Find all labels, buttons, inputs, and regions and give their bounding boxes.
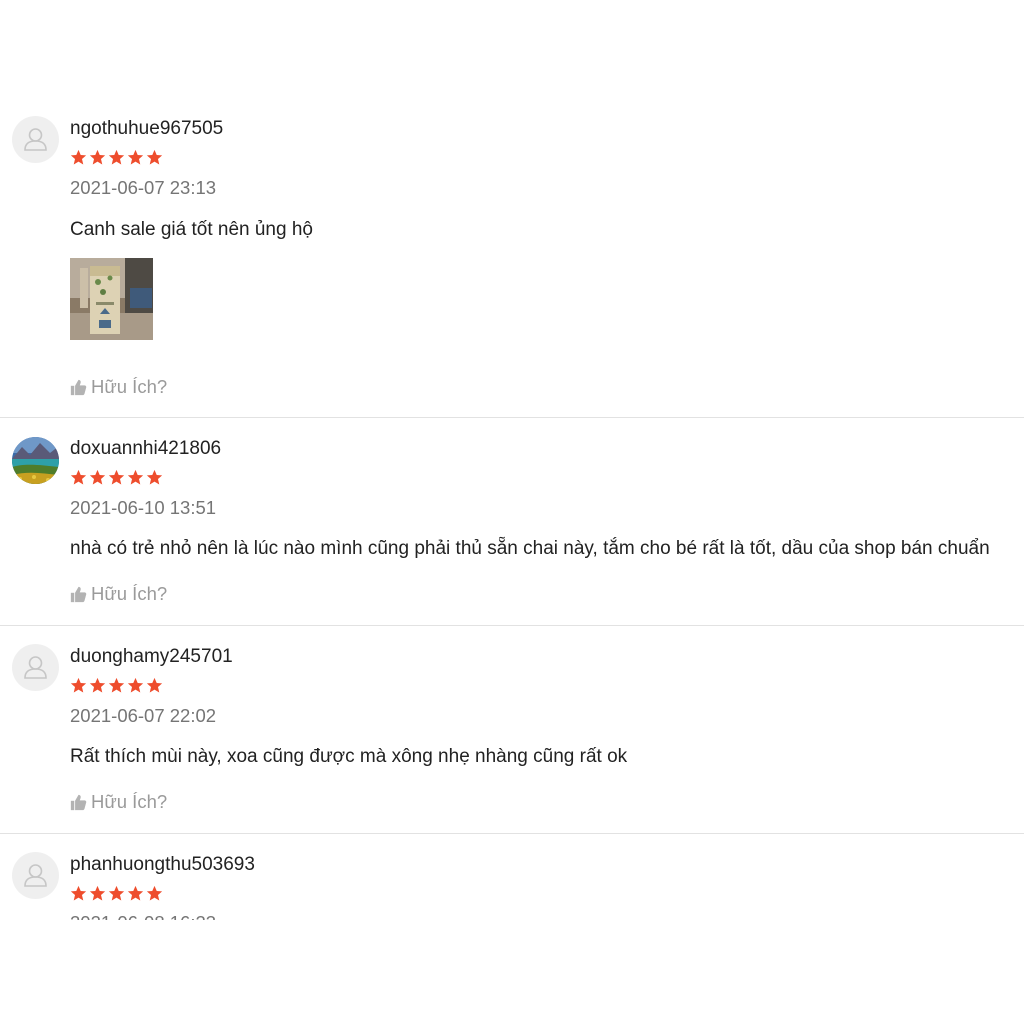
star-icon: [127, 469, 144, 485]
star-icon: [108, 149, 125, 165]
rating-stars: [70, 469, 163, 487]
product-reviews-list: ngothuhue967505 2021-06-07 23:13 Canh sa…: [0, 0, 1024, 1024]
rating-stars: [70, 149, 163, 167]
star-icon: [70, 885, 87, 901]
reviews-viewport: ngothuhue967505 2021-06-07 23:13 Canh sa…: [0, 0, 1024, 920]
helpful-button[interactable]: Hữu Ích?: [70, 376, 167, 398]
star-icon: [127, 149, 144, 165]
star-icon: [146, 149, 163, 165]
default-user-icon: [24, 656, 47, 679]
star-icon: [70, 469, 87, 485]
star-icon: [70, 677, 87, 693]
star-icon: [108, 469, 125, 485]
star-icon: [146, 885, 163, 901]
avatar[interactable]: [12, 852, 59, 899]
review-username[interactable]: duonghamy245701: [70, 646, 233, 668]
avatar[interactable]: [12, 437, 59, 484]
review-comment: Rất thích mùi này, xoa cũng được mà xông…: [70, 746, 628, 767]
star-icon: [108, 677, 125, 693]
star-icon: [89, 677, 106, 693]
avatar[interactable]: [12, 644, 59, 691]
star-icon: [127, 885, 144, 901]
star-icon: [89, 469, 106, 485]
star-icon: [70, 149, 87, 165]
review-divider: [0, 625, 1024, 626]
review-date: 2021-06-07 23:13: [70, 177, 217, 198]
default-user-icon: [24, 128, 47, 151]
rating-stars: [70, 677, 163, 695]
review-username[interactable]: ngothuhue967505: [70, 118, 223, 140]
thumbs-up-icon: [70, 586, 87, 602]
star-icon: [127, 677, 144, 693]
review-divider: [0, 833, 1024, 834]
review-divider: [0, 417, 1024, 418]
review-username[interactable]: doxuannhi421806: [70, 438, 221, 460]
review-photo-thumbnail[interactable]: [70, 258, 153, 340]
rating-stars: [70, 885, 163, 903]
thumbs-up-icon: [70, 379, 87, 395]
star-icon: [146, 469, 163, 485]
review-comment: nhà có trẻ nhỏ nên là lúc nào mình cũng …: [70, 538, 990, 559]
review-date: 2021-06-10 13:51: [70, 497, 217, 518]
landscape-avatar-image: [12, 437, 59, 484]
helpful-label: Hữu Ích?: [91, 376, 168, 397]
product-photo-image: [70, 258, 153, 340]
star-icon: [108, 885, 125, 901]
review-comment: Canh sale giá tốt nên ủng hộ: [70, 219, 313, 240]
review-date: 2021-06-07 22:02: [70, 705, 217, 726]
star-icon: [89, 149, 106, 165]
helpful-button[interactable]: Hữu Ích?: [70, 791, 167, 813]
helpful-label: Hữu Ích?: [91, 583, 168, 604]
thumbs-up-icon: [70, 794, 87, 810]
default-user-icon: [24, 864, 47, 887]
helpful-label: Hữu Ích?: [91, 791, 168, 812]
avatar[interactable]: [12, 116, 59, 163]
review-username[interactable]: phanhuongthu503693: [70, 854, 255, 876]
review-date: 2021-06-08 16:23: [70, 912, 216, 920]
star-icon: [146, 677, 163, 693]
star-icon: [89, 885, 106, 901]
helpful-button[interactable]: Hữu Ích?: [70, 583, 167, 605]
